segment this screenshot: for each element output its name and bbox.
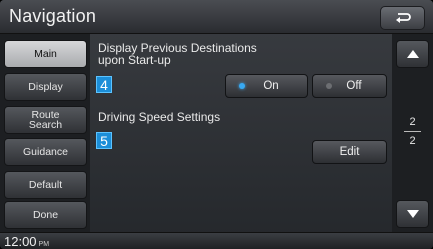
page-divider — [404, 131, 421, 132]
sidebar: Main Display Route Search Guidance Defau… — [0, 34, 90, 232]
sidebar-item-label: Done — [32, 208, 59, 221]
sidebar-item-label: Route Search — [28, 108, 63, 131]
clock-ampm: PM — [38, 241, 50, 248]
sidebar-item-label: Guidance — [23, 145, 68, 158]
callout-badge-4: 4 — [96, 76, 112, 93]
settings-content: Display Previous Destinations upon Start… — [90, 34, 392, 232]
sidebar-item-route-search[interactable]: Route Search — [4, 106, 87, 134]
triangle-down-icon — [406, 210, 419, 218]
on-option-label: On — [263, 80, 279, 92]
return-arrow-icon — [395, 13, 411, 23]
back-button[interactable] — [380, 6, 425, 30]
sidebar-item-label: Main — [34, 47, 57, 60]
sidebar-item-default[interactable]: Default — [4, 171, 87, 199]
sidebar-item-done[interactable]: Done — [4, 201, 87, 229]
on-option-button[interactable]: On — [225, 74, 308, 98]
previous-destinations-label: Display Previous Destinations upon Start… — [98, 41, 257, 67]
triangle-up-icon — [406, 50, 419, 58]
driving-speed-label: Driving Speed Settings — [98, 110, 221, 124]
status-bar: 12:00 PM — [0, 232, 433, 249]
edit-button[interactable]: Edit — [312, 140, 387, 164]
sidebar-item-label: Default — [28, 178, 63, 191]
page-total: 2 — [409, 135, 416, 147]
clock-time: 12:00 — [4, 234, 37, 249]
sidebar-item-main[interactable]: Main — [4, 40, 87, 68]
navigation-settings-screen: Navigation Main Display Route Search Gui… — [0, 0, 433, 249]
off-option-label: Off — [346, 80, 362, 92]
callout-badge-5: 5 — [96, 132, 112, 149]
scroll-panel: 2 2 — [392, 34, 433, 232]
sidebar-item-display[interactable]: Display — [4, 73, 87, 101]
scroll-up-button[interactable] — [396, 40, 429, 68]
title-bar: Navigation — [0, 0, 433, 34]
sidebar-item-label: Display — [28, 80, 63, 93]
edit-label: Edit — [339, 146, 360, 158]
clock: 12:00 PM — [4, 233, 49, 249]
page-current: 2 — [409, 116, 416, 128]
page-title: Navigation — [9, 6, 97, 26]
off-option-button[interactable]: Off — [312, 74, 387, 98]
sidebar-item-guidance[interactable]: Guidance — [4, 138, 87, 166]
scroll-down-button[interactable] — [396, 200, 429, 228]
